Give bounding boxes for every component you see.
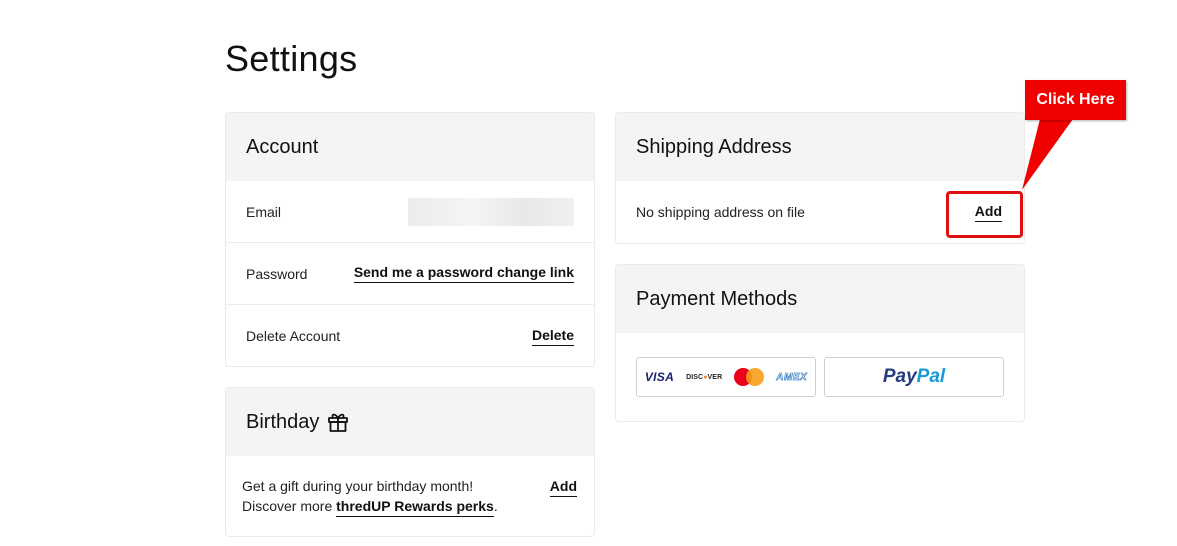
- payment-card: Payment Methods VISA DISC●VER AMEX PayPa…: [615, 264, 1025, 422]
- password-label: Password: [246, 265, 308, 282]
- add-birthday-button[interactable]: Add: [549, 478, 577, 497]
- email-label: Email: [246, 203, 282, 220]
- birthday-line-2-suffix: .: [493, 498, 498, 514]
- payment-header: Payment Methods: [616, 265, 1024, 333]
- click-here-callout: Click Here: [1025, 80, 1126, 120]
- amex-icon: AMEX: [776, 371, 808, 383]
- highlight-box: [946, 191, 1023, 238]
- discover-text-a: DISC: [686, 373, 704, 381]
- page-title: Settings: [225, 38, 358, 79]
- birthday-line-2: Discover more thredUP Rewards perks.: [242, 496, 498, 517]
- account-header: Account: [226, 113, 594, 181]
- paypal-part-1: Pay: [882, 366, 917, 387]
- birthday-body: Get a gift during your birthday month! D…: [226, 456, 594, 517]
- shipping-status: No shipping address on file: [636, 204, 805, 220]
- gift-icon: [327, 411, 349, 433]
- mastercard-icon: [734, 368, 765, 386]
- paypal-logo-icon: PayPal: [883, 366, 945, 388]
- delete-account-row: Delete Account Delete: [226, 305, 594, 366]
- birthday-line-1: Get a gift during your birthday month!: [242, 478, 474, 494]
- paypal-part-2: Pal: [916, 366, 946, 387]
- birthday-title: Birthday: [246, 410, 320, 433]
- delete-account-label: Delete Account: [246, 328, 341, 344]
- birthday-header: Birthday: [226, 388, 594, 456]
- account-card: Account Email Password Send me a passwor…: [225, 112, 595, 367]
- payment-options: VISA DISC●VER AMEX PayPal: [616, 333, 1024, 397]
- password-row: Password Send me a password change link: [226, 243, 594, 305]
- paypal-button[interactable]: PayPal: [824, 357, 1004, 397]
- discover-text-b: VER: [707, 373, 723, 381]
- birthday-card: Birthday Get a gift during your birthday…: [225, 387, 595, 537]
- birthday-text: Get a gift during your birthday month! D…: [242, 476, 498, 517]
- visa-icon: VISA: [644, 370, 675, 384]
- send-password-link-button[interactable]: Send me a password change link: [353, 264, 574, 283]
- discover-icon: DISC●VER: [686, 374, 722, 381]
- email-row: Email: [226, 181, 594, 243]
- rewards-perks-link[interactable]: thredUP Rewards perks: [336, 498, 494, 517]
- credit-card-button[interactable]: VISA DISC●VER AMEX: [636, 357, 816, 397]
- birthday-line-2-prefix: Discover more: [242, 498, 337, 514]
- email-value-redacted: [408, 197, 574, 226]
- delete-account-button[interactable]: Delete: [531, 327, 574, 346]
- shipping-header: Shipping Address: [616, 113, 1024, 181]
